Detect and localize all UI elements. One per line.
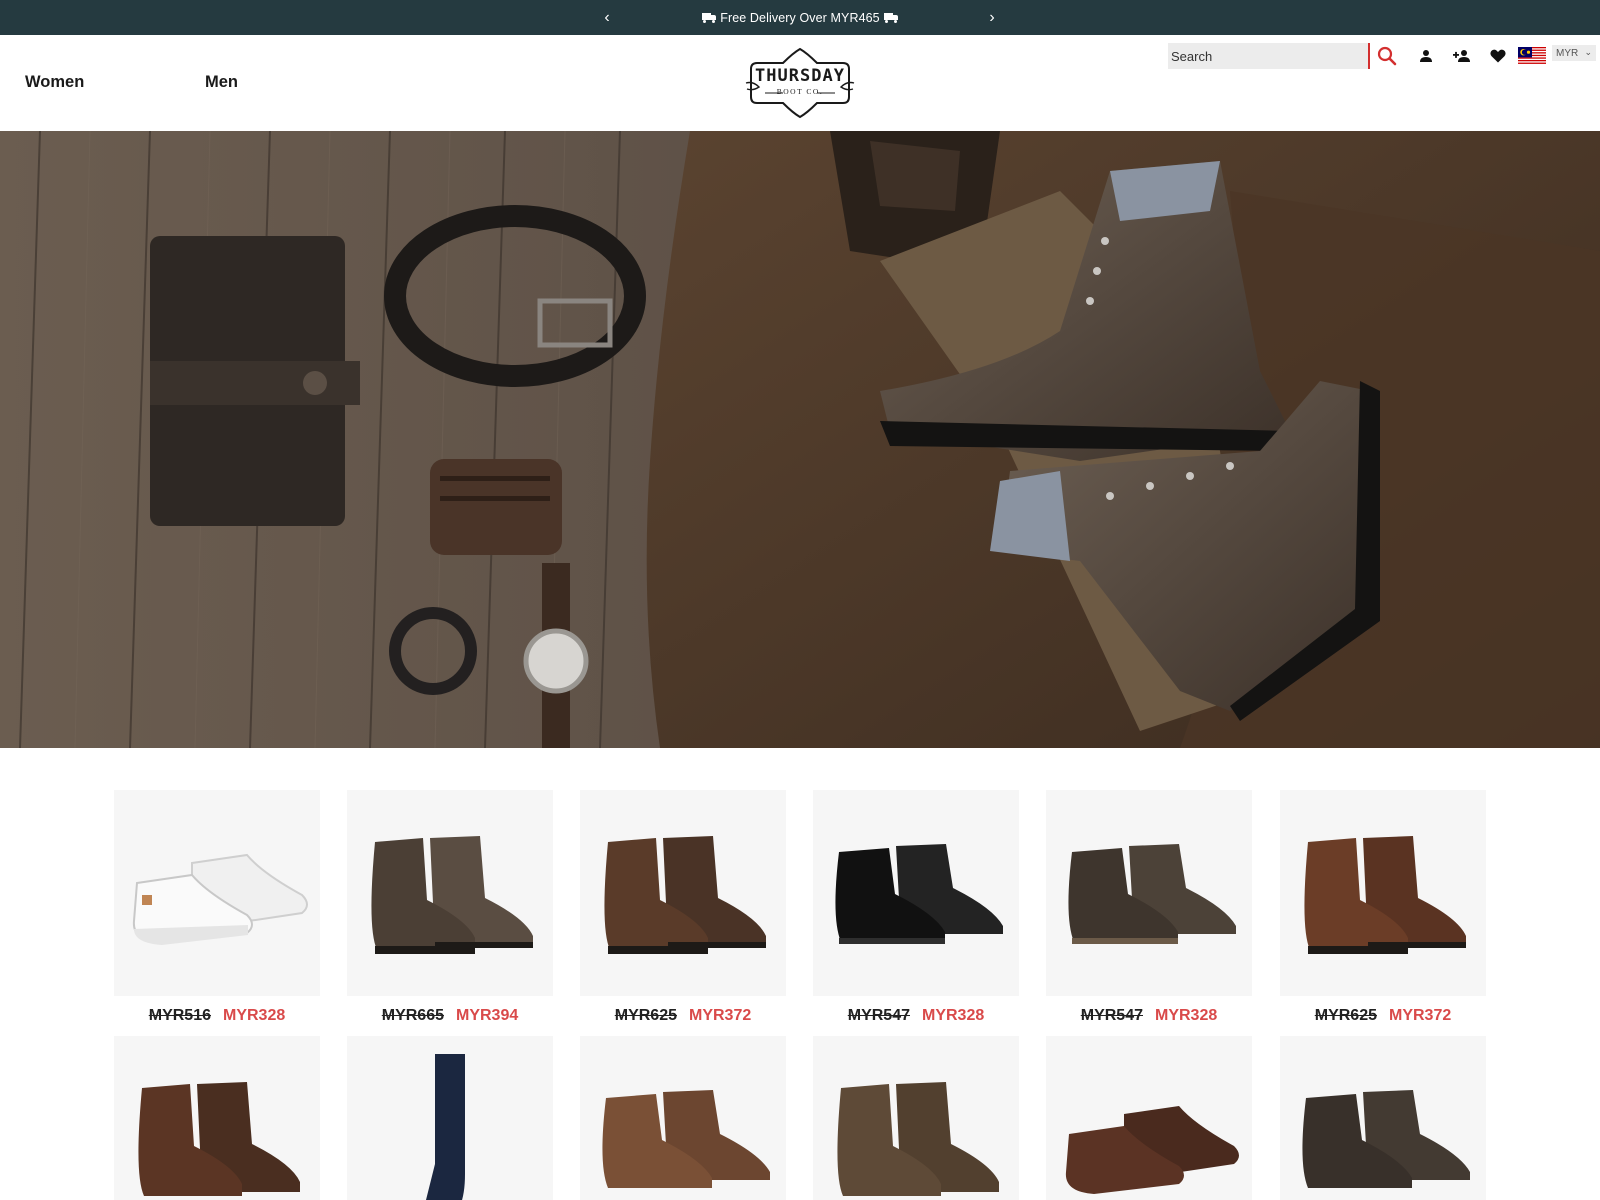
product-image[interactable] [1046,1036,1252,1200]
product-image[interactable] [347,790,553,996]
brand-logo[interactable]: THURSDAY BOOT CO. [743,47,857,119]
search-input[interactable] [1168,43,1370,69]
brown-lace-boot-icon [138,1082,300,1196]
gray-suede-chukka-wedge-icon [1302,1090,1470,1188]
truck-icon [883,13,898,23]
product-card[interactable] [114,1036,320,1200]
sale-price: MYR372 [689,1007,752,1024]
nav-men[interactable]: Men [205,73,238,92]
product-card[interactable]: MYR547 MYR328 [813,790,1019,1036]
register-icon[interactable] [1449,43,1475,69]
sale-price: MYR328 [922,1007,985,1024]
truck-icon [702,13,717,23]
product-price: MYR547 MYR328 [813,996,1019,1036]
sale-price: MYR328 [1155,1007,1218,1024]
product-price: MYR625 MYR372 [1280,996,1486,1036]
currency-value: MYR [1556,47,1579,59]
product-image[interactable] [580,790,786,996]
product-card[interactable]: MYR625 MYR372 [1280,790,1486,1036]
white-sneaker-icon [132,853,308,945]
moc-toe-boot-icon [837,1082,999,1196]
currency-select[interactable]: MYR ⌄ [1552,45,1596,61]
product-price: MYR516 MYR328 [114,996,320,1036]
malaysia-flag-icon[interactable] [1518,47,1546,65]
original-price: MYR625 [614,1007,677,1024]
announcement-message[interactable]: Free Delivery Over MYR465 [702,11,898,25]
product-card[interactable] [580,1036,786,1200]
product-price: MYR625 MYR372 [580,996,786,1036]
hero-banner[interactable] [0,131,1600,748]
brown-captoe-boot-icon [604,836,766,954]
tan-suede-chukka-icon [602,1090,770,1188]
sale-price: MYR394 [456,1007,519,1024]
black-chukka-icon [835,844,1003,944]
product-card[interactable] [347,1036,553,1200]
original-price: MYR516 [148,1007,211,1024]
gray-captoe-boot-icon [371,836,533,954]
product-card[interactable] [813,1036,1019,1200]
product-image[interactable] [347,1036,553,1200]
sale-price: MYR372 [1389,1007,1452,1024]
wishlist-heart-icon[interactable] [1486,43,1510,69]
product-image[interactable] [114,790,320,996]
gray-suede-chukka-icon [1068,844,1236,944]
product-card[interactable]: MYR665 MYR394 [347,790,553,1036]
original-price: MYR625 [1314,1007,1377,1024]
product-price: MYR665 MYR394 [347,996,553,1036]
product-image[interactable] [114,1036,320,1200]
announcement-text: Free Delivery Over MYR465 [720,10,880,25]
original-price: MYR547 [1080,1007,1143,1024]
chevron-down-icon: ⌄ [1584,47,1592,57]
nav-women[interactable]: Women [25,73,84,92]
lifestyle-flatlay-image [0,131,1600,748]
chevron-right-icon[interactable]: › [977,0,1007,35]
product-card[interactable]: MYR547 MYR328 [1046,790,1252,1036]
logo-wordmark: THURSDAY [755,66,845,86]
brown-sneaker-icon [1065,1106,1239,1194]
original-price: MYR665 [381,1007,444,1024]
navy-sock-icon [426,1054,465,1200]
original-price: MYR547 [847,1007,910,1024]
product-image[interactable] [580,1036,786,1200]
product-image[interactable] [1046,790,1252,996]
product-image[interactable] [813,790,1019,996]
product-image[interactable] [1280,1036,1486,1200]
account-icon[interactable] [1414,43,1438,69]
search-icon[interactable] [1373,43,1401,69]
chevron-left-icon[interactable]: ‹ [592,0,622,35]
announcement-bar: ‹ Free Delivery Over MYR465 › [0,0,1600,35]
product-card[interactable] [1280,1036,1486,1200]
site-header: Women Men THURSDAY BOOT CO. Search MYR ⌄ [0,35,1600,131]
product-image[interactable] [813,1036,1019,1200]
product-card[interactable] [1046,1036,1252,1200]
product-price: MYR547 MYR328 [1046,996,1252,1036]
brown-plain-boot-icon [1304,836,1466,954]
product-image[interactable] [1280,790,1486,996]
logo-subtitle: BOOT CO. [776,87,824,96]
product-card[interactable]: MYR625 MYR372 [580,790,786,1036]
sale-price: MYR328 [223,1007,286,1024]
product-card[interactable]: MYR516 MYR328 [114,790,320,1036]
